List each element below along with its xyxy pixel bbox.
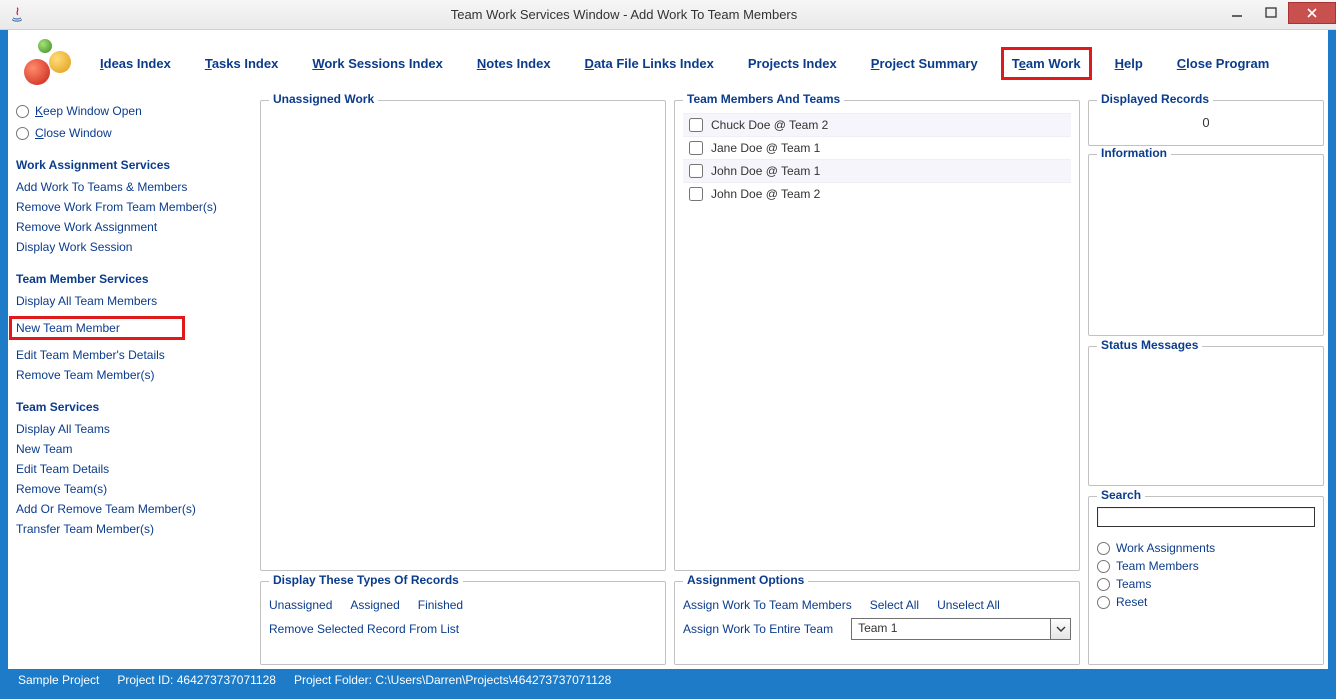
display-types-legend: Display These Types Of Records — [269, 573, 463, 587]
section-team-member-services: Team Member Services — [16, 272, 248, 286]
member-row[interactable]: Chuck Doe @ Team 2 — [683, 113, 1071, 136]
status-project-id: Project ID: 464273737071128 — [117, 673, 276, 687]
sidebar: Keep Window Open Close Window Work Assig… — [10, 96, 254, 669]
titlebar: Team Work Services Window - Add Work To … — [0, 0, 1336, 30]
close-window-radio[interactable]: Close Window — [16, 126, 248, 140]
toolbar: Ideas Index Tasks Index Work Sessions Inde… — [8, 30, 1328, 96]
keep-window-open-radio[interactable]: Keep Window Open — [16, 104, 248, 118]
unassigned-work-panel: Unassigned Work — [260, 100, 666, 571]
menu-notes-index[interactable]: Notes Index — [477, 56, 551, 71]
status-bar: Sample Project Project ID: 4642737370711… — [8, 669, 1328, 691]
menu-data-file-links-index[interactable]: Data File Links Index — [585, 56, 714, 71]
menu-tasks-index[interactable]: Tasks Index — [205, 56, 278, 71]
section-team-services: Team Services — [16, 400, 248, 414]
remove-selected-record-link[interactable]: Remove Selected Record From List — [269, 622, 657, 636]
sidebar-item-edit-team-details[interactable]: Edit Team Details — [16, 462, 248, 476]
team-select[interactable]: Team 1 — [851, 618, 1071, 640]
member-checkbox[interactable] — [689, 164, 703, 178]
information-panel: Information — [1088, 154, 1324, 336]
sidebar-item-add-work-to-teams-members[interactable]: Add Work To Teams & Members — [16, 180, 248, 194]
status-project-name: Sample Project — [18, 673, 99, 687]
member-name: Chuck Doe @ Team 2 — [711, 118, 828, 132]
section-work-assignment-services: Work Assignment Services — [16, 158, 248, 172]
member-row[interactable]: Jane Doe @ Team 1 — [683, 136, 1071, 159]
assignment-options-panel: Assignment Options Assign Work To Team M… — [674, 581, 1080, 665]
sidebar-item-remove-team-member-s-[interactable]: Remove Team Member(s) — [16, 368, 248, 382]
sidebar-item-edit-team-member-s-details[interactable]: Edit Team Member's Details — [16, 348, 248, 362]
unselect-all-link[interactable]: Unselect All — [937, 598, 1000, 612]
member-row[interactable]: John Doe @ Team 1 — [683, 159, 1071, 182]
sidebar-item-display-all-team-members[interactable]: Display All Team Members — [16, 294, 248, 308]
sidebar-item-add-or-remove-team-member-s-[interactable]: Add Or Remove Team Member(s) — [16, 502, 248, 516]
menu-team-work[interactable]: Team Work — [1001, 47, 1092, 80]
menu-help[interactable]: Help — [1115, 56, 1143, 71]
sidebar-item-display-work-session[interactable]: Display Work Session — [16, 240, 248, 254]
member-checkbox[interactable] — [689, 141, 703, 155]
status-messages-legend: Status Messages — [1097, 338, 1202, 352]
assign-to-members-link[interactable]: Assign Work To Team Members — [683, 598, 852, 612]
app-logo — [22, 37, 74, 89]
search-input[interactable] — [1097, 507, 1315, 527]
menu-work-sessions-index[interactable]: Work Sessions Index — [312, 56, 443, 71]
search-legend: Search — [1097, 488, 1145, 502]
select-all-link[interactable]: Select All — [870, 598, 919, 612]
displayed-records-panel: Displayed Records 0 — [1088, 100, 1324, 146]
menu-projects-index[interactable]: Projects Index — [748, 56, 837, 71]
minimize-button[interactable] — [1220, 2, 1254, 24]
member-name: John Doe @ Team 2 — [711, 187, 820, 201]
member-row[interactable]: John Doe @ Team 2 — [683, 182, 1071, 205]
information-legend: Information — [1097, 146, 1171, 160]
sidebar-item-remove-team-s-[interactable]: Remove Team(s) — [16, 482, 248, 496]
sidebar-item-remove-work-assignment[interactable]: Remove Work Assignment — [16, 220, 248, 234]
unassigned-work-legend: Unassigned Work — [269, 92, 378, 106]
close-button[interactable] — [1288, 2, 1336, 24]
display-types-panel: Display These Types Of Records Unassigne… — [260, 581, 666, 665]
search-option-teams[interactable]: Teams — [1097, 577, 1315, 591]
search-option-team-members[interactable]: Team Members — [1097, 559, 1315, 573]
sidebar-item-display-all-teams[interactable]: Display All Teams — [16, 422, 248, 436]
assignment-options-legend: Assignment Options — [683, 573, 808, 587]
team-members-legend: Team Members And Teams — [683, 92, 844, 106]
displayed-records-legend: Displayed Records — [1097, 92, 1213, 106]
java-icon — [8, 5, 28, 25]
window-title: Team Work Services Window - Add Work To … — [28, 7, 1220, 22]
menu-ideas-index[interactable]: Ideas Index — [100, 56, 171, 71]
status-messages-panel: Status Messages — [1088, 346, 1324, 486]
maximize-button[interactable] — [1254, 2, 1288, 24]
chevron-down-icon[interactable] — [1050, 619, 1070, 639]
sidebar-item-transfer-team-member-s-[interactable]: Transfer Team Member(s) — [16, 522, 248, 536]
displayed-records-value: 0 — [1097, 111, 1315, 130]
search-option-work-assignments[interactable]: Work Assignments — [1097, 541, 1315, 555]
assign-to-team-link[interactable]: Assign Work To Entire Team — [683, 622, 833, 636]
sidebar-item-remove-work-from-team-member-s-[interactable]: Remove Work From Team Member(s) — [16, 200, 248, 214]
member-checkbox[interactable] — [689, 187, 703, 201]
search-option-reset[interactable]: Reset — [1097, 595, 1315, 609]
display-type-finished[interactable]: Finished — [418, 598, 463, 612]
member-checkbox[interactable] — [689, 118, 703, 132]
team-members-panel: Team Members And Teams Chuck Doe @ Team … — [674, 100, 1080, 571]
status-project-folder: Project Folder: C:\Users\Darren\Projects… — [294, 673, 611, 687]
display-type-unassigned[interactable]: Unassigned — [269, 598, 332, 612]
member-name: John Doe @ Team 1 — [711, 164, 820, 178]
member-name: Jane Doe @ Team 1 — [711, 141, 820, 155]
sidebar-item-new-team-member[interactable]: New Team Member — [9, 316, 185, 340]
sidebar-item-new-team[interactable]: New Team — [16, 442, 248, 456]
display-type-assigned[interactable]: Assigned — [350, 598, 399, 612]
search-panel: Search Work AssignmentsTeam MembersTeams… — [1088, 496, 1324, 665]
team-select-value: Team 1 — [852, 619, 1050, 639]
menu-project-summary[interactable]: Project Summary — [871, 56, 978, 71]
menu-close-program[interactable]: Close Program — [1177, 56, 1269, 71]
